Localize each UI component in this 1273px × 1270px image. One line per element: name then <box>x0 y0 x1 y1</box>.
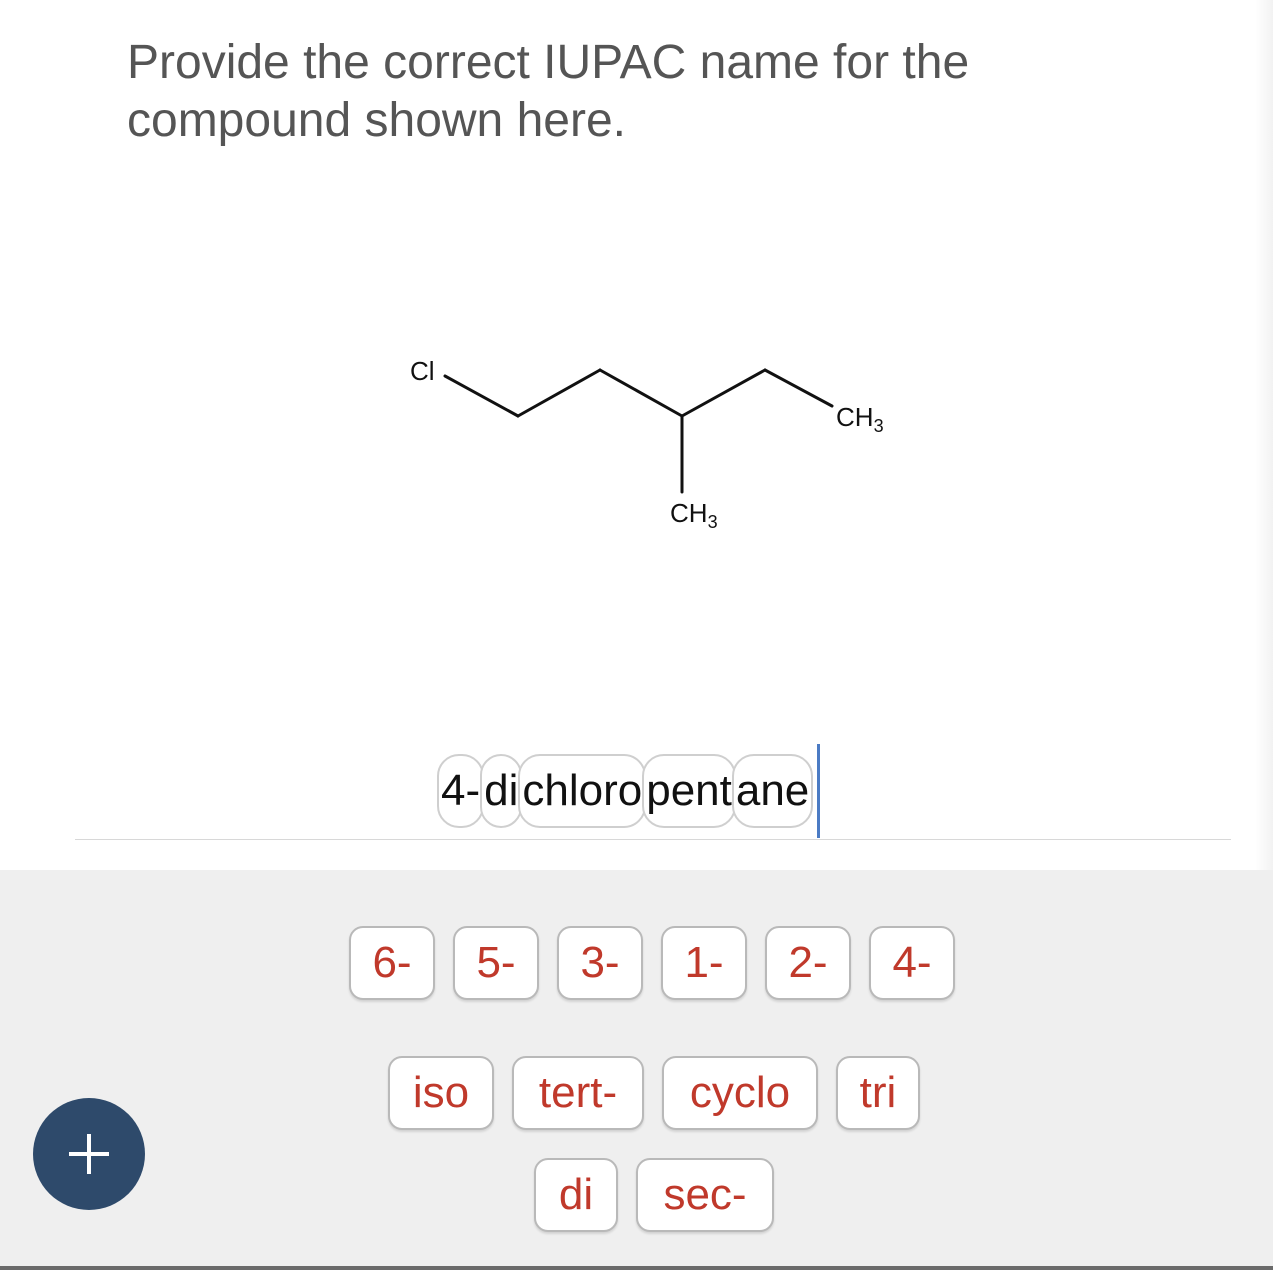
answer-tile[interactable]: di <box>480 754 523 828</box>
chip-locant-1[interactable]: 1- <box>661 926 747 1000</box>
bond-3 <box>598 368 684 418</box>
divider <box>75 839 1231 840</box>
chip-locant-4[interactable]: 4- <box>869 926 955 1000</box>
bank-row-more: di sec- <box>534 1158 774 1232</box>
answer-tile[interactable]: chloro <box>518 754 647 828</box>
chip-tri[interactable]: tri <box>836 1056 920 1130</box>
chip-locant-5[interactable]: 5- <box>453 926 539 1000</box>
chip-locant-3[interactable]: 3- <box>557 926 643 1000</box>
methyl-label-branch: CH3 <box>670 498 718 532</box>
bank-row-prefixes: iso tert- cyclo tri <box>388 1056 920 1130</box>
chip-iso[interactable]: iso <box>388 1056 494 1130</box>
bond-2 <box>516 368 602 418</box>
answer-tile[interactable]: 4- <box>437 754 485 828</box>
chip-cyclo[interactable]: cyclo <box>662 1056 818 1130</box>
chip-sec[interactable]: sec- <box>636 1158 774 1232</box>
bank-row-locants: 6- 5- 3- 1- 2- 4- <box>349 926 955 1000</box>
chip-locant-2[interactable]: 2- <box>765 926 851 1000</box>
answer-tile[interactable]: ane <box>731 754 814 828</box>
chlorine-label: Cl <box>410 356 435 386</box>
plus-icon-vertical <box>87 1134 91 1174</box>
bond-5 <box>763 368 834 408</box>
bottom-border <box>0 1266 1273 1270</box>
molecule-structure: Cl CH3 CH3 <box>410 356 884 532</box>
add-button[interactable] <box>33 1098 145 1210</box>
bond-4 <box>680 368 767 418</box>
bond-1 <box>443 374 520 418</box>
answer-field[interactable]: 4- di chloro pent ane <box>437 744 821 838</box>
chip-locant-6[interactable]: 6- <box>349 926 435 1000</box>
answer-tile[interactable]: pent <box>642 754 736 828</box>
text-cursor <box>817 744 821 838</box>
chip-tert[interactable]: tert- <box>512 1056 644 1130</box>
word-bank: 6- 5- 3- 1- 2- 4- iso tert- cyclo tri di… <box>0 870 1273 1270</box>
methyl-label-terminal: CH3 <box>836 402 884 436</box>
chip-di[interactable]: di <box>534 1158 618 1232</box>
